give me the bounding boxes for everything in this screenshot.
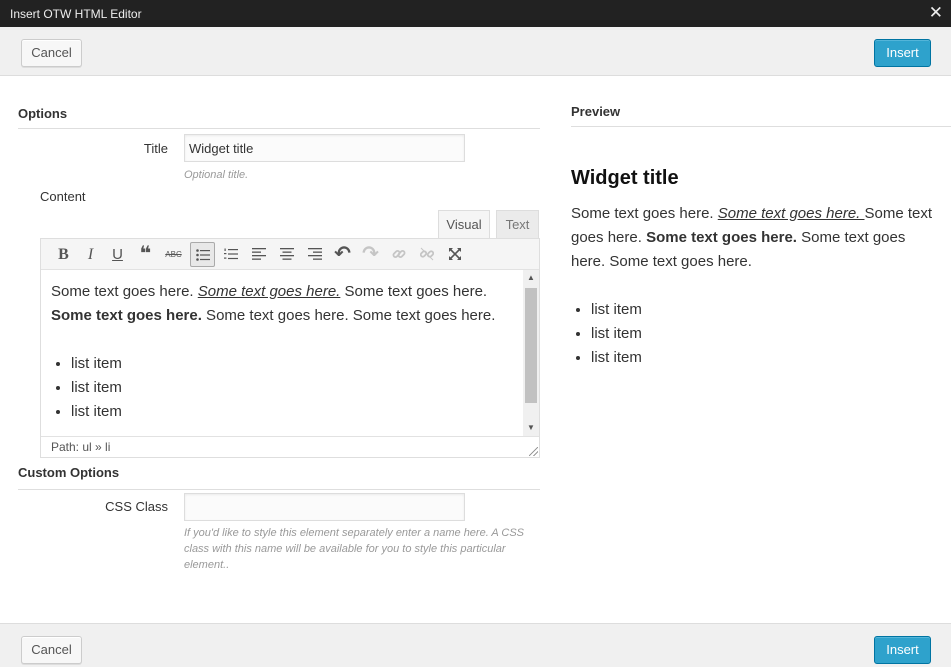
undo-icon[interactable]: ↶ [330,242,355,267]
preview-title: Widget title [571,167,679,189]
bottom-action-bar: Cancel Insert [0,623,951,667]
italic-icon[interactable]: I [78,242,103,267]
custom-options-heading: Custom Options [18,465,120,480]
title-hint: Optional title. [184,169,249,181]
css-class-hint: If you'd like to style this element sepa… [184,527,525,571]
title-label: Title [143,141,168,156]
cancel-button[interactable]: Cancel [21,39,82,67]
preview-paragraph: Some text goes here. Some text goes here… [571,202,941,274]
insert-button[interactable]: Insert [874,39,931,67]
align-left-icon[interactable] [246,242,271,267]
editor-path-statusbar: Path: ul » li [41,436,539,457]
strikethrough-icon[interactable]: ABC [161,242,186,267]
fullscreen-icon[interactable] [442,242,467,267]
dialog-titlebar: Insert OTW HTML Editor ✕ [0,0,951,27]
preview-text-underline-italic: Some text goes here. [717,205,865,222]
preview-divider [571,126,951,127]
top-action-bar: Cancel Insert [0,27,951,76]
preview-heading: Preview [571,104,621,119]
bullet-list-icon[interactable] [190,242,215,267]
cancel-button[interactable]: Cancel [21,636,82,664]
scroll-thumb[interactable] [525,288,537,403]
numbered-list-icon[interactable] [218,242,243,267]
css-class-label: CSS Class [105,499,168,514]
preview-bullet-list: list item list item list item [591,298,941,370]
list-item: list item [591,322,941,346]
resize-handle-icon[interactable] [529,447,538,456]
content-label: Content [40,189,86,204]
list-item: list item [591,298,941,322]
tab-visual[interactable]: Visual [438,210,490,239]
title-input[interactable] [184,134,465,162]
link-icon[interactable] [386,242,411,267]
editor-scrollbar[interactable]: ▲ ▼ [523,270,539,436]
editor-text-bold: Some text goes here. [51,307,202,324]
scroll-down-icon[interactable]: ▼ [523,420,539,436]
preview-text-segment: Some text goes here. [571,205,718,222]
css-class-input[interactable] [184,493,465,521]
editor-text-segment: Some text goes here. Some text goes here… [201,307,496,324]
align-right-icon[interactable] [302,242,327,267]
editor-paragraph: Some text goes here. Some text goes here… [51,280,513,328]
list-item: list item [71,376,513,400]
list-item: list item [591,346,941,370]
preview-text-bold: Some text goes here. [646,229,797,246]
bold-icon[interactable]: B [51,242,76,267]
editor-text-segment: Some text goes here. [51,283,198,300]
editor-toolbar: B I U ❝ ABC ↶ ↷ [41,239,539,270]
preview-panel: Widget title Some text goes here. Some t… [571,165,941,370]
editor-text-underline-italic: Some text goes here. [197,283,341,300]
insert-button[interactable]: Insert [874,636,931,664]
unlink-icon[interactable] [414,242,439,267]
options-divider [18,128,540,129]
dialog-title: Insert OTW HTML Editor [10,7,142,21]
editor-text-segment: Some text goes here. [340,283,488,300]
redo-icon[interactable]: ↷ [358,242,383,267]
editor-path: Path: ul » li [51,440,111,454]
editor-bullet-list: list item list item list item [71,352,513,424]
tab-text[interactable]: Text [496,210,539,239]
list-item: list item [71,400,513,424]
align-center-icon[interactable] [274,242,299,267]
close-icon[interactable]: ✕ [929,3,943,23]
blockquote-icon[interactable]: ❝ [133,242,158,267]
list-item: list item [71,352,513,376]
scroll-up-icon[interactable]: ▲ [523,270,539,286]
custom-options-divider [18,489,540,490]
rich-text-editor: B I U ❝ ABC ↶ ↷ Some text goes here. Som… [40,238,540,458]
options-heading: Options [18,106,68,121]
editor-content[interactable]: Some text goes here. Some text goes here… [41,270,523,436]
underline-icon[interactable]: U [105,242,130,267]
